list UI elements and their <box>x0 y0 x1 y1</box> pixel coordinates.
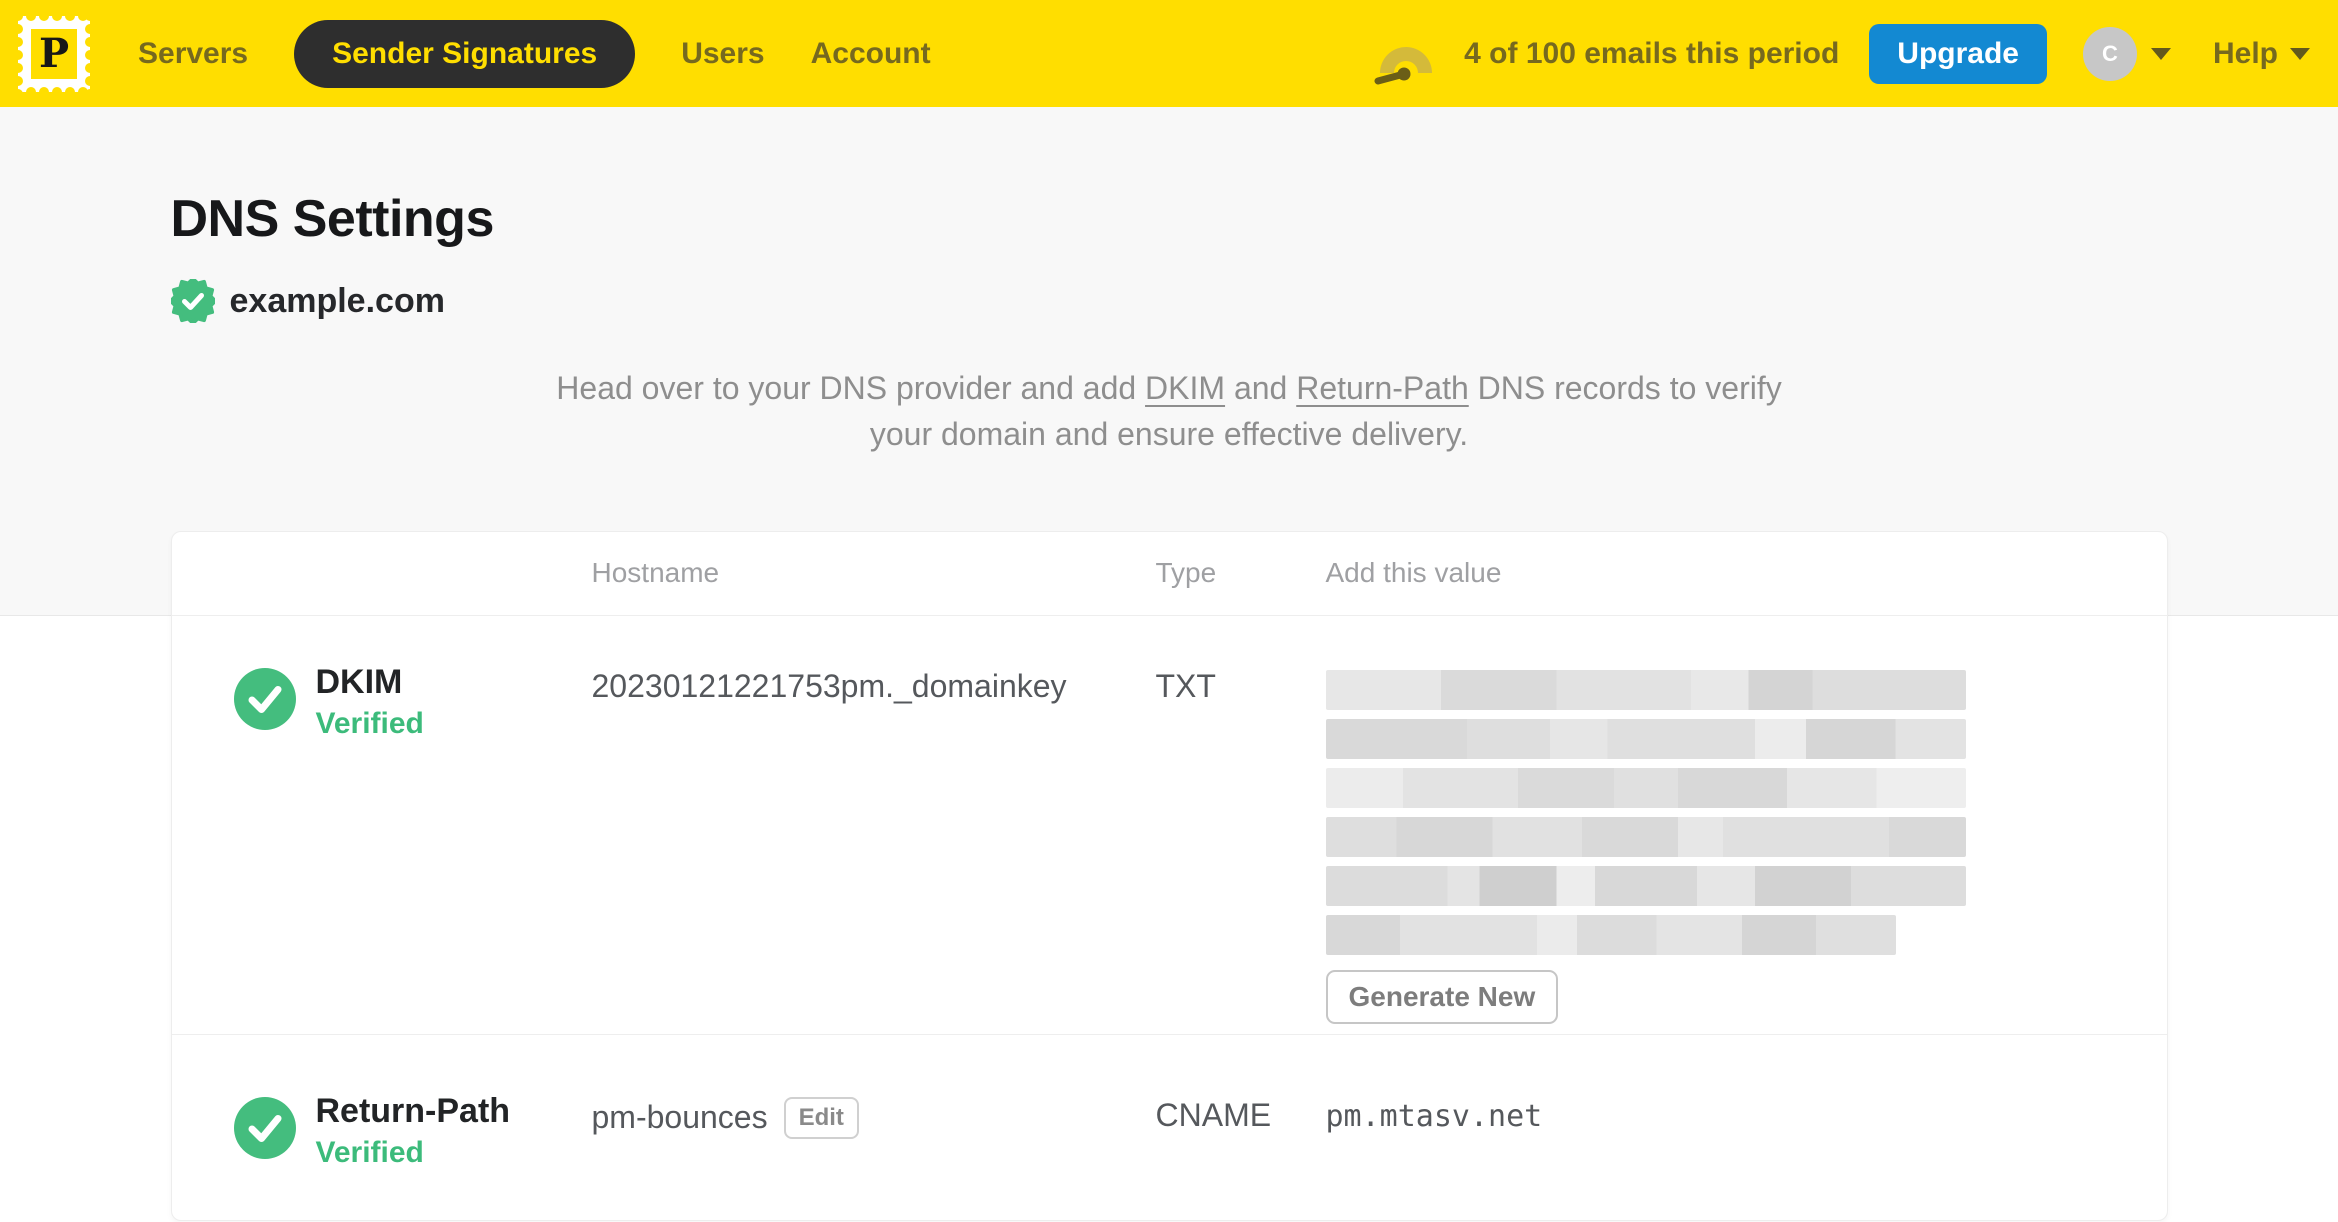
record-name-cell: DKIM Verified <box>172 662 592 741</box>
chevron-down-icon <box>2150 47 2171 60</box>
usage-gauge-icon <box>1374 46 1433 84</box>
hostname-value: 20230121221753pm._domainkey <box>591 667 1067 704</box>
verified-check-icon <box>233 667 296 730</box>
postmark-logo-icon[interactable]: P <box>16 13 92 94</box>
avatar[interactable]: C <box>2082 26 2137 81</box>
redacted-value-bar <box>1325 669 1966 710</box>
column-header-value: Add this value <box>1325 557 1502 589</box>
type-cell: TXT <box>1155 667 1216 704</box>
verified-check-icon <box>233 1096 296 1159</box>
generate-new-button[interactable]: Generate New <box>1325 969 1559 1024</box>
table-row-dkim: DKIM Verified 20230121221753pm._domainke… <box>171 616 2167 1035</box>
upgrade-button[interactable]: Upgrade <box>1869 23 2047 84</box>
edit-button[interactable]: Edit <box>783 1096 859 1139</box>
status-badge: Verified <box>315 706 424 740</box>
value-cell: pm.mtasv.net <box>1326 1091 2167 1134</box>
redacted-value-bar <box>1325 914 1896 955</box>
record-name: DKIM <box>315 662 403 701</box>
hostname-value: pm-bounces <box>591 1099 768 1136</box>
usage-counter: 4 of 100 emails this period <box>1464 36 1840 70</box>
chevron-down-icon <box>2290 47 2310 60</box>
record-name-stack: Return-Path Verified <box>316 1091 511 1170</box>
verified-seal-icon <box>170 279 215 323</box>
redacted-value-bar <box>1325 767 1966 808</box>
cname-value: pm.mtasv.net <box>1325 1098 1543 1134</box>
hostname-cell: 20230121221753pm._domainkey <box>592 662 1156 705</box>
table-row-return-path: Return-Path Verified pm-bounces Edit CNA… <box>172 1035 2167 1220</box>
record-name-cell: Return-Path Verified <box>172 1091 592 1170</box>
main-navigation: Servers Sender Signatures Users Account <box>138 19 931 88</box>
help-menu[interactable]: Help <box>2213 37 2310 71</box>
domain-name: example.com <box>229 281 445 320</box>
nav-item-users[interactable]: Users <box>681 37 764 71</box>
value-cell: Generate New <box>1325 662 2167 1024</box>
column-header-type: Type <box>1155 557 1217 589</box>
intro-text: Head over to your DNS provider and add D… <box>539 365 1799 458</box>
redacted-value-bar <box>1325 865 1966 906</box>
record-name-stack: DKIM Verified <box>316 662 424 741</box>
column-header-hostname: Hostname <box>591 557 720 589</box>
nav-item-account[interactable]: Account <box>811 37 931 71</box>
hostname-cell: pm-bounces Edit <box>592 1091 1156 1139</box>
redacted-value-bar <box>1325 816 1966 857</box>
record-name: Return-Path <box>315 1091 511 1130</box>
redacted-value-bar <box>1325 718 1966 759</box>
nav-item-servers[interactable]: Servers <box>138 37 248 71</box>
dkim-link[interactable]: DKIM <box>1145 370 1225 406</box>
nav-item-sender-signatures[interactable]: Sender Signatures <box>294 19 636 88</box>
domain-row: example.com <box>170 279 2168 323</box>
dns-records-card: Hostname Type Add this value DKIM Verifi… <box>170 530 2168 1221</box>
navbar-right-group: 4 of 100 emails this period Upgrade C He… <box>1374 23 2310 85</box>
intro-part2: and <box>1225 370 1297 406</box>
top-navbar: P Servers Sender Signatures Users Accoun… <box>0 0 2338 107</box>
logo-letter: P <box>39 30 69 77</box>
intro-part1: Head over to your DNS provider and add <box>556 370 1146 406</box>
page-title: DNS Settings <box>170 190 495 248</box>
help-label: Help <box>2212 36 2278 70</box>
status-badge: Verified <box>315 1135 424 1169</box>
return-path-link[interactable]: Return-Path <box>1296 370 1469 406</box>
account-menu[interactable]: C <box>2082 26 2171 81</box>
type-cell: CNAME <box>1155 1096 1272 1133</box>
table-header: Hostname Type Add this value <box>171 532 2167 616</box>
